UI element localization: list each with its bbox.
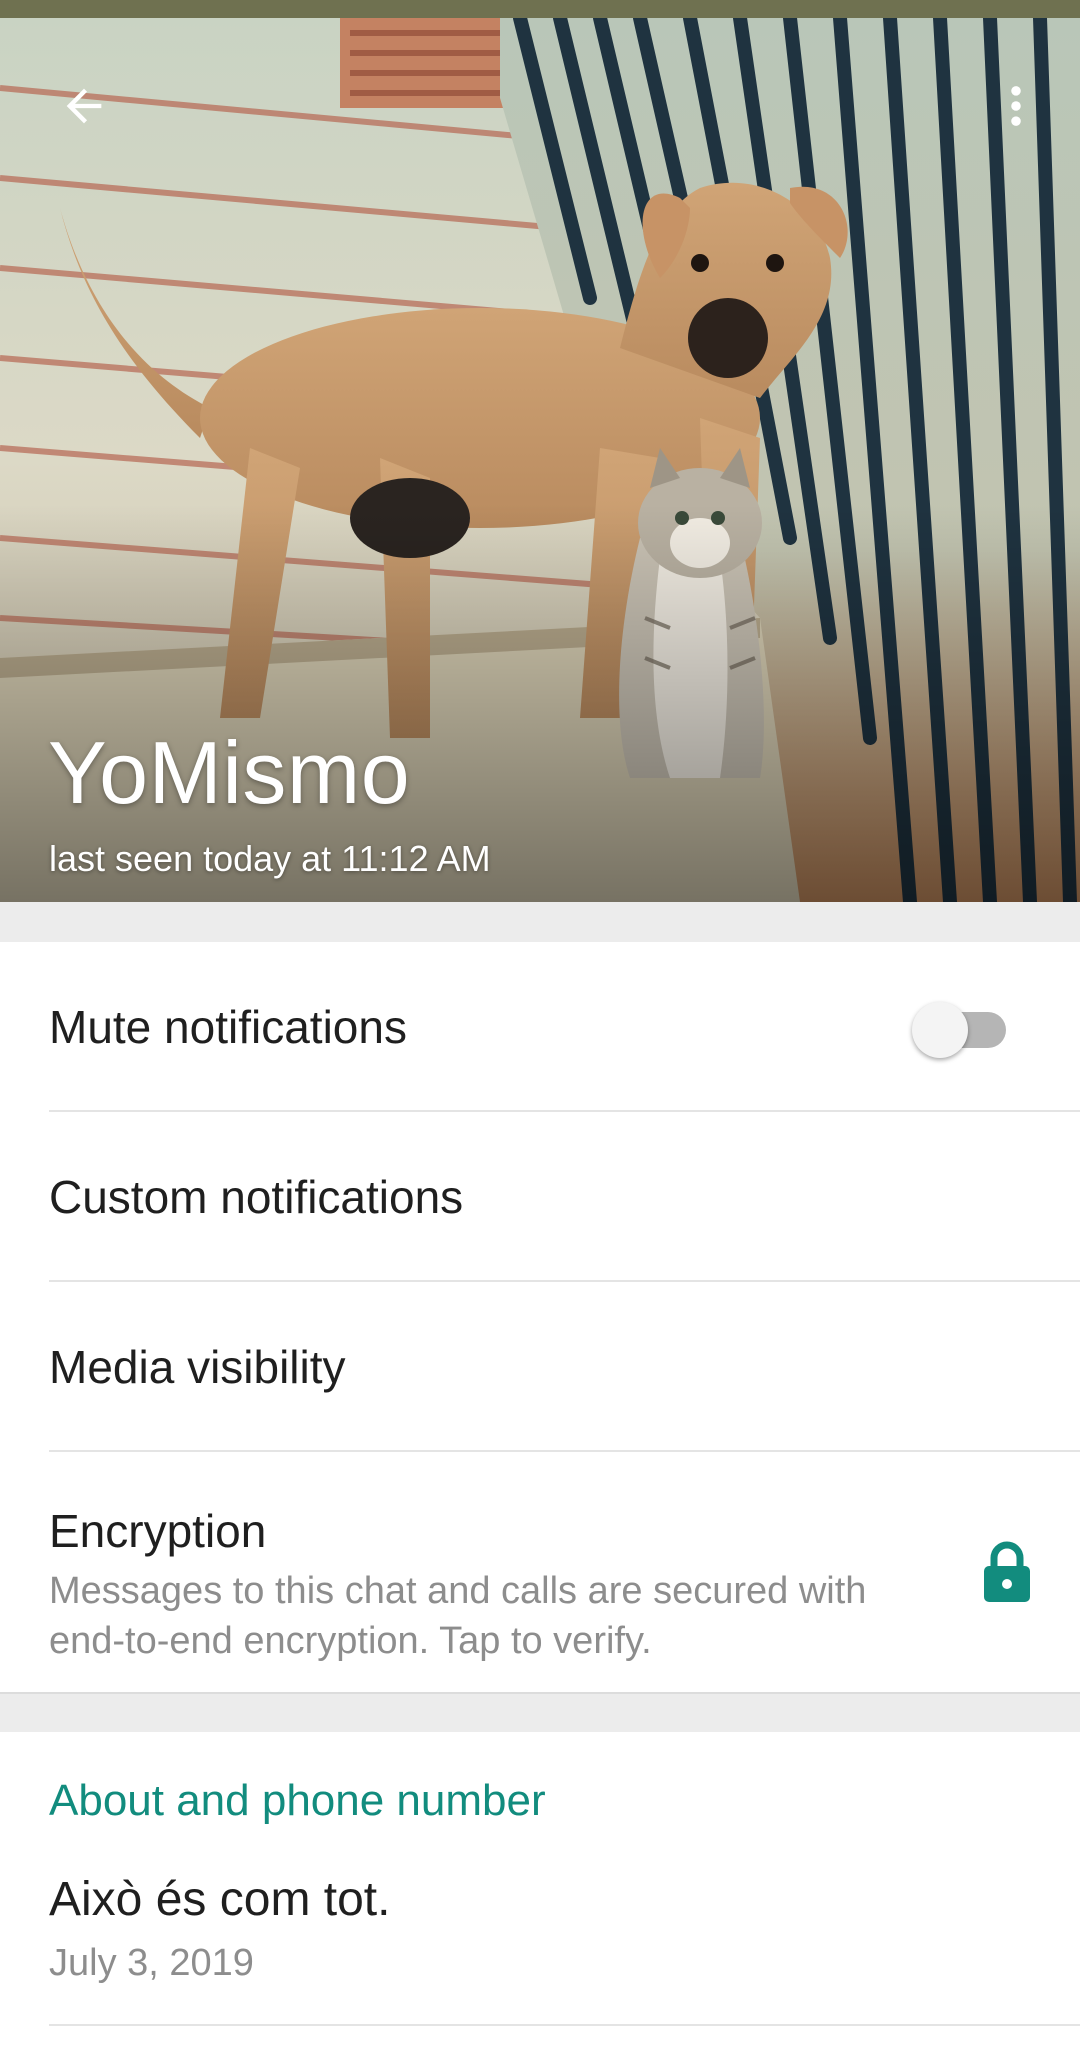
more-options-button[interactable] xyxy=(976,66,1056,146)
divider xyxy=(49,2024,1080,2026)
toggle-knob xyxy=(912,1002,968,1058)
about-section: About and phone number Això és com tot. … xyxy=(0,1732,1080,2050)
encryption-label: Encryption xyxy=(49,1505,267,1557)
about-section-title: About and phone number xyxy=(49,1776,546,1825)
chat-settings-card: Mute notifications Custom notifications … xyxy=(0,942,1080,1692)
encryption-description: Messages to this chat and calls are secu… xyxy=(49,1570,867,1662)
custom-notifications-label: Custom notifications xyxy=(49,1171,464,1223)
encryption-row[interactable]: Encryption Messages to this chat and cal… xyxy=(0,1452,1080,1692)
about-status-date: July 3, 2019 xyxy=(49,1942,254,1984)
media-visibility-label: Media visibility xyxy=(49,1341,346,1393)
profile-header: YoMismo last seen today at 11:12 AM xyxy=(0,0,1080,902)
media-visibility-row[interactable]: Media visibility xyxy=(0,1282,1080,1450)
contact-name: YoMismo xyxy=(48,723,411,822)
last-seen-status: last seen today at 11:12 AM xyxy=(49,838,491,879)
arrow-left-icon xyxy=(66,88,102,124)
status-bar-strip xyxy=(0,0,1080,18)
back-button[interactable] xyxy=(44,66,124,146)
about-status-text[interactable]: Això és com tot. xyxy=(49,1872,390,1927)
mute-notifications-label: Mute notifications xyxy=(49,1001,407,1053)
mute-notifications-toggle[interactable] xyxy=(912,1002,1012,1058)
custom-notifications-row[interactable]: Custom notifications xyxy=(0,1112,1080,1280)
section-separator xyxy=(0,1692,1080,1732)
more-vertical-icon xyxy=(1011,86,1021,126)
lock-icon xyxy=(984,1541,1030,1602)
mute-notifications-row[interactable]: Mute notifications xyxy=(0,942,1080,1110)
section-separator xyxy=(0,902,1080,942)
